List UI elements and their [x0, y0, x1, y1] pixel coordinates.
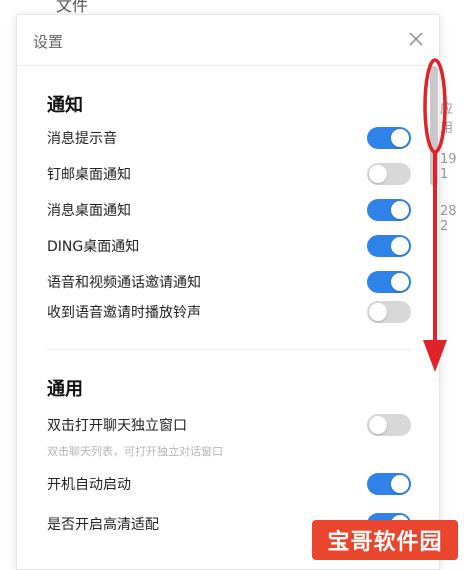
toggle-message-desktop[interactable] [367, 199, 411, 221]
background-fragment-date1: 19 1 [440, 152, 457, 182]
watermark-logo: 宝哥软件园 [312, 520, 458, 560]
setting-label: 是否开启高清适配 [47, 517, 159, 533]
toggle-message-sound[interactable] [367, 127, 411, 149]
settings-dialog: 设置 通知 消息提示音 钉邮桌面通知 消息桌面通知 DING桌面通知 语音和视频… [16, 14, 440, 570]
setting-row-double-click: 双击打开聊天独立窗口 [47, 412, 411, 438]
setting-label: 双击打开聊天独立窗口 [47, 418, 187, 434]
section-title-notify: 通知 [47, 95, 83, 116]
background-fragment-app: 应用 [440, 102, 454, 136]
setting-label: DING桌面通知 [47, 239, 140, 255]
setting-row-ringtone: 收到语音邀请时播放铃声 [47, 299, 411, 325]
section-divider [47, 349, 411, 350]
setting-row-ding-desktop: DING桌面通知 [47, 233, 411, 259]
toggle-call-invite[interactable] [367, 271, 411, 293]
toggle-ringtone[interactable] [367, 301, 411, 323]
background-fragment-date2: 28 2 [440, 204, 457, 234]
scrollbar-thumb[interactable] [430, 66, 438, 186]
setting-label: 收到语音邀请时播放铃声 [47, 305, 201, 321]
toggle-ding-desktop[interactable] [367, 235, 411, 257]
toggle-knob [369, 416, 387, 434]
toggle-knob [391, 273, 409, 291]
setting-label: 消息提示音 [47, 131, 117, 147]
setting-label: 钉邮桌面通知 [47, 167, 131, 183]
dialog-title: 设置 [33, 33, 64, 51]
toggle-knob [369, 303, 387, 321]
setting-row-mail-desktop: 钉邮桌面通知 [47, 161, 411, 187]
setting-row-call-invite: 语音和视频通话邀请通知 [47, 269, 411, 295]
toggle-autostart[interactable] [367, 473, 411, 495]
close-icon [409, 32, 423, 46]
setting-row-message-desktop: 消息桌面通知 [47, 197, 411, 223]
toggle-double-click[interactable] [367, 414, 411, 436]
setting-description: 双击聊天列表，可打开独立对话窗口 [47, 445, 223, 458]
toggle-knob [391, 237, 409, 255]
setting-label: 消息桌面通知 [47, 203, 131, 219]
close-button[interactable] [405, 28, 427, 50]
setting-label: 语音和视频通话邀请通知 [47, 275, 201, 291]
setting-label: 开机自动启动 [47, 477, 131, 493]
toggle-knob [391, 129, 409, 147]
section-title-general: 通用 [47, 379, 83, 400]
setting-row-message-sound: 消息提示音 [47, 125, 411, 151]
setting-row-autostart: 开机自动启动 [47, 471, 411, 497]
toggle-mail-desktop[interactable] [367, 163, 411, 185]
toggle-knob [391, 201, 409, 219]
toggle-knob [369, 165, 387, 183]
toggle-knob [391, 475, 409, 493]
dialog-header: 设置 [17, 15, 439, 66]
